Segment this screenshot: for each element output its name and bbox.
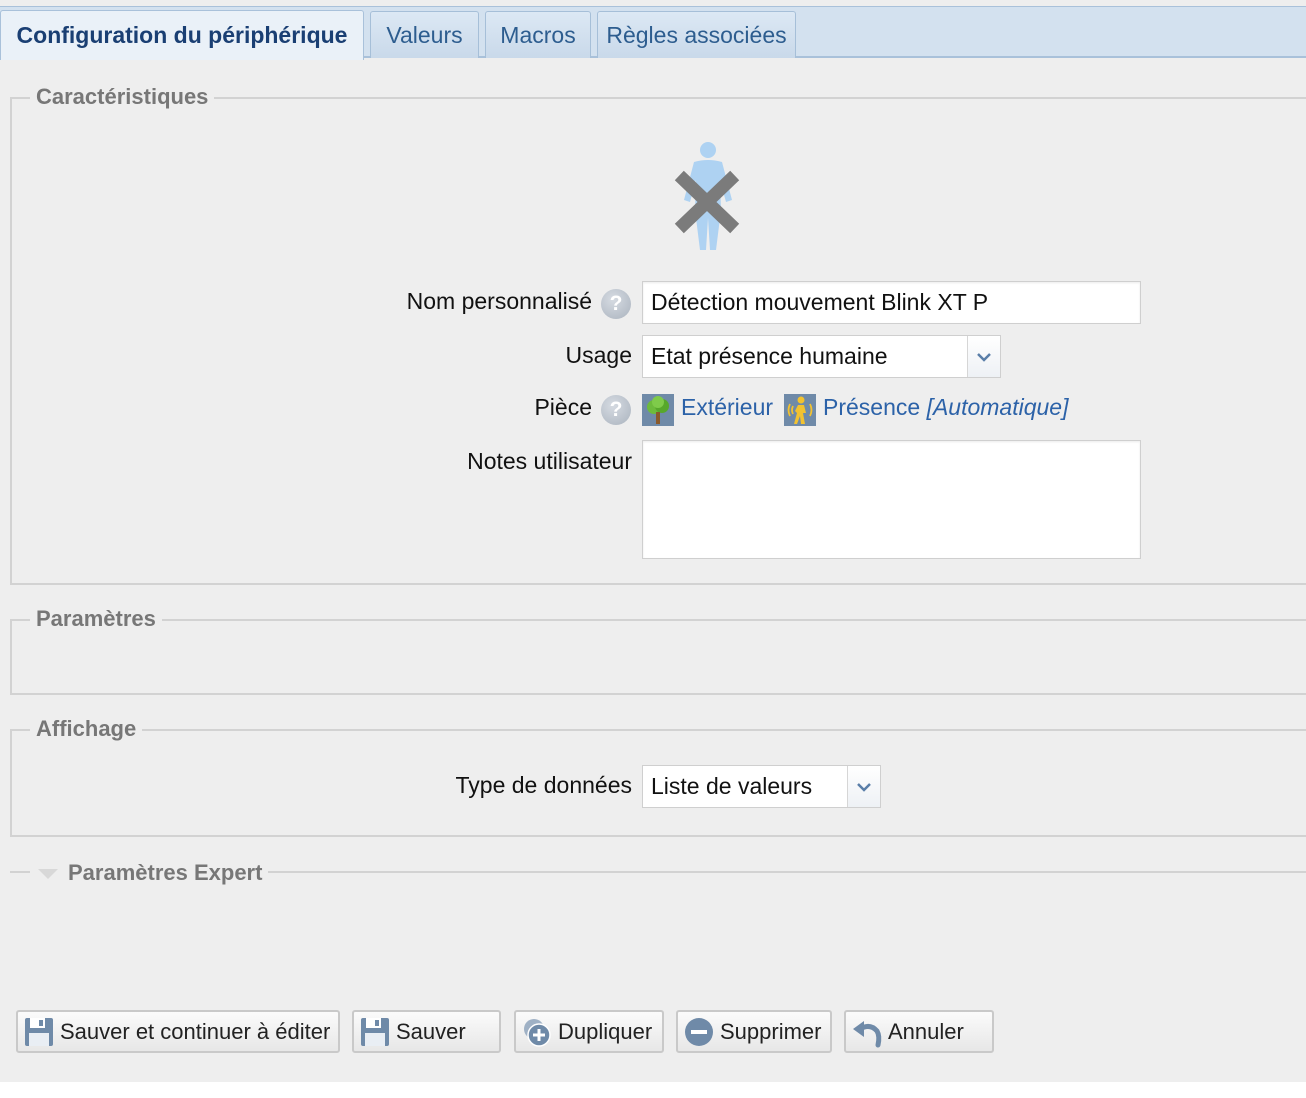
datatype-select[interactable]: Liste de valeurs xyxy=(642,765,881,808)
cancel-label: Annuler xyxy=(888,1018,964,1044)
motion-presence-icon[interactable] xyxy=(784,394,816,426)
save-button[interactable]: Sauver xyxy=(352,1010,501,1053)
category-suffix: [Automatique] xyxy=(926,394,1069,420)
duplicate-plus-icon xyxy=(524,1018,551,1047)
room-link[interactable]: Extérieur xyxy=(681,394,773,421)
save-continue-button[interactable]: Sauver et continuer à éditer xyxy=(16,1010,340,1053)
floppy-disk-icon xyxy=(361,1017,389,1046)
name-help-icon[interactable]: ? xyxy=(601,289,631,319)
category-value: Présence xyxy=(823,394,921,420)
parametres-section: Paramètres xyxy=(10,604,1306,695)
human-presence-disabled-icon xyxy=(674,142,740,250)
tree-icon[interactable] xyxy=(642,394,674,426)
affichage-legend: Affichage xyxy=(30,714,143,744)
name-input[interactable]: Détection mouvement Blink XT P xyxy=(642,281,1141,324)
duplicate-label: Dupliquer xyxy=(558,1018,653,1044)
category-link[interactable]: Présence [Automatique] xyxy=(823,394,1068,421)
name-label: Nom personnalisé xyxy=(406,288,592,314)
floppy-disk-icon xyxy=(25,1017,53,1046)
expert-legend: Paramètres Expert xyxy=(68,860,263,885)
usage-select-value: Etat présence humaine xyxy=(651,343,888,369)
save-continue-label: Sauver et continuer à éditer xyxy=(60,1018,331,1044)
usage-label: Usage xyxy=(565,342,632,368)
caracteristiques-legend: Caractéristiques xyxy=(30,82,215,112)
duplicate-button[interactable]: Dupliquer xyxy=(514,1010,664,1053)
expert-toggle[interactable]: Paramètres Expert xyxy=(30,858,269,888)
notes-textarea[interactable] xyxy=(642,440,1141,559)
tab-regles[interactable]: Règles associées xyxy=(597,11,796,58)
chevron-down-icon xyxy=(967,336,1000,377)
room-label: Pièce xyxy=(534,394,592,420)
undo-arrow-icon xyxy=(853,1020,882,1047)
datatype-select-value: Liste de valeurs xyxy=(651,773,813,799)
tab-valeurs[interactable]: Valeurs xyxy=(370,11,479,58)
triangle-down-icon xyxy=(38,869,58,879)
tab-configuration[interactable]: Configuration du périphérique xyxy=(0,10,364,60)
parametres-legend: Paramètres xyxy=(30,604,162,634)
datatype-label: Type de données xyxy=(455,772,632,798)
cancel-button[interactable]: Annuler xyxy=(844,1010,994,1053)
delete-label: Supprimer xyxy=(720,1018,822,1044)
minus-circle-icon xyxy=(685,1017,713,1046)
save-label: Sauver xyxy=(396,1018,466,1044)
room-help-icon[interactable]: ? xyxy=(601,395,631,425)
delete-button[interactable]: Supprimer xyxy=(676,1010,832,1053)
tab-macros[interactable]: Macros xyxy=(485,11,591,58)
chevron-down-icon xyxy=(847,766,880,807)
usage-select[interactable]: Etat présence humaine xyxy=(642,335,1001,378)
device-config-page: Configuration du périphérique Valeurs Ma… xyxy=(0,0,1306,1082)
notes-label: Notes utilisateur xyxy=(467,448,632,474)
tab-bar: Configuration du périphérique Valeurs Ma… xyxy=(0,6,1306,60)
